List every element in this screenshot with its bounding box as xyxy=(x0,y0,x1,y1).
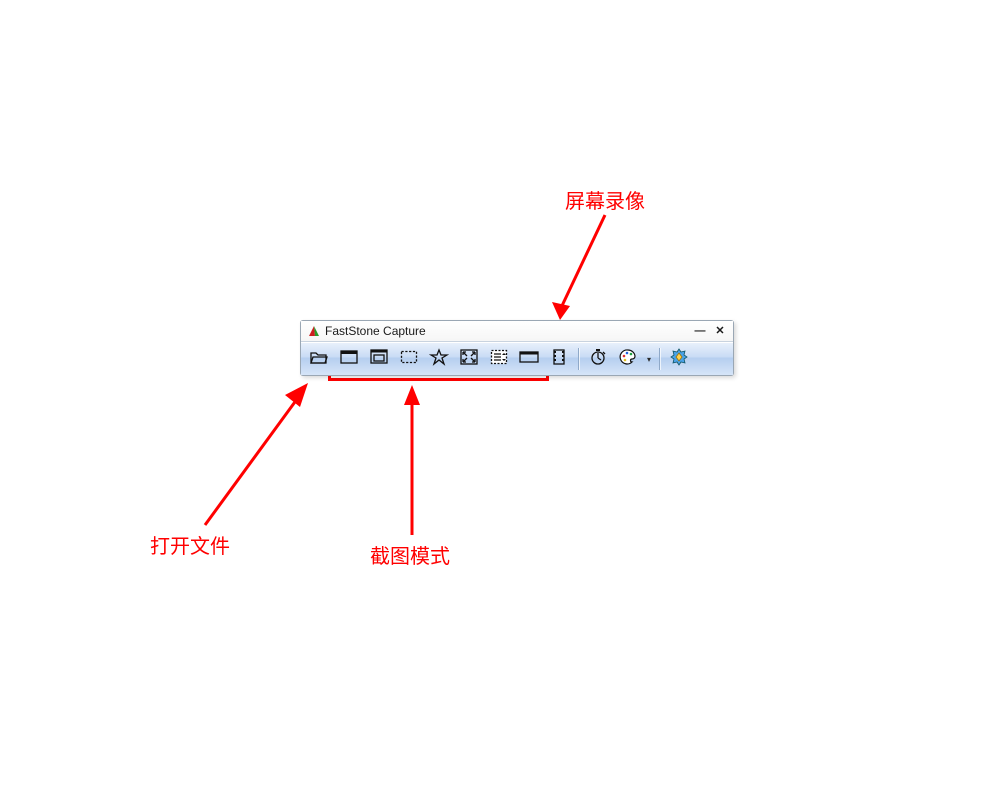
screen-recorder-button[interactable] xyxy=(545,346,573,372)
app-logo-icon xyxy=(307,324,321,338)
capture-freehand-button[interactable] xyxy=(425,346,453,372)
annotation-arrow-capture-modes xyxy=(395,380,435,540)
close-button[interactable] xyxy=(713,324,727,338)
fullscreen-icon xyxy=(459,348,479,371)
delay-button[interactable] xyxy=(584,346,612,372)
fixed-region-icon xyxy=(518,348,540,371)
settings-button[interactable] xyxy=(665,346,693,372)
rectangle-region-icon xyxy=(399,348,419,371)
output-options-button[interactable] xyxy=(614,346,642,372)
timer-icon xyxy=(589,348,607,371)
window-controls xyxy=(693,324,727,338)
annotation-arrow-screen-record xyxy=(540,210,660,330)
minimize-button[interactable] xyxy=(693,324,707,338)
open-file-button[interactable] xyxy=(305,346,333,372)
annotation-label-open-file: 打开文件 xyxy=(150,530,230,559)
film-icon xyxy=(550,348,568,371)
palette-icon xyxy=(619,348,637,371)
annotation-label-screen-record: 屏幕录像 xyxy=(565,185,645,214)
freehand-region-icon xyxy=(429,348,449,371)
output-options-dropdown[interactable] xyxy=(644,346,654,372)
capture-rectangle-button[interactable] xyxy=(395,346,423,372)
toolbar-separator xyxy=(659,348,660,370)
window-object-icon xyxy=(369,348,389,371)
toolbar-separator xyxy=(578,348,579,370)
window-title: FastStone Capture xyxy=(325,324,426,338)
titlebar: FastStone Capture xyxy=(301,321,733,342)
capture-fullscreen-button[interactable] xyxy=(455,346,483,372)
annotation-arrow-open-file xyxy=(200,375,340,535)
scrolling-window-icon xyxy=(489,348,509,371)
active-window-icon xyxy=(339,348,359,371)
annotation-label-capture-modes: 截图模式 xyxy=(370,540,450,569)
settings-icon xyxy=(670,348,688,371)
capture-fixed-button[interactable] xyxy=(515,346,543,372)
folder-open-icon xyxy=(309,348,329,371)
faststone-window: FastStone Capture xyxy=(300,320,734,376)
capture-scrolling-button[interactable] xyxy=(485,346,513,372)
capture-window-button[interactable] xyxy=(335,346,363,372)
capture-object-button[interactable] xyxy=(365,346,393,372)
toolbar xyxy=(301,342,733,375)
